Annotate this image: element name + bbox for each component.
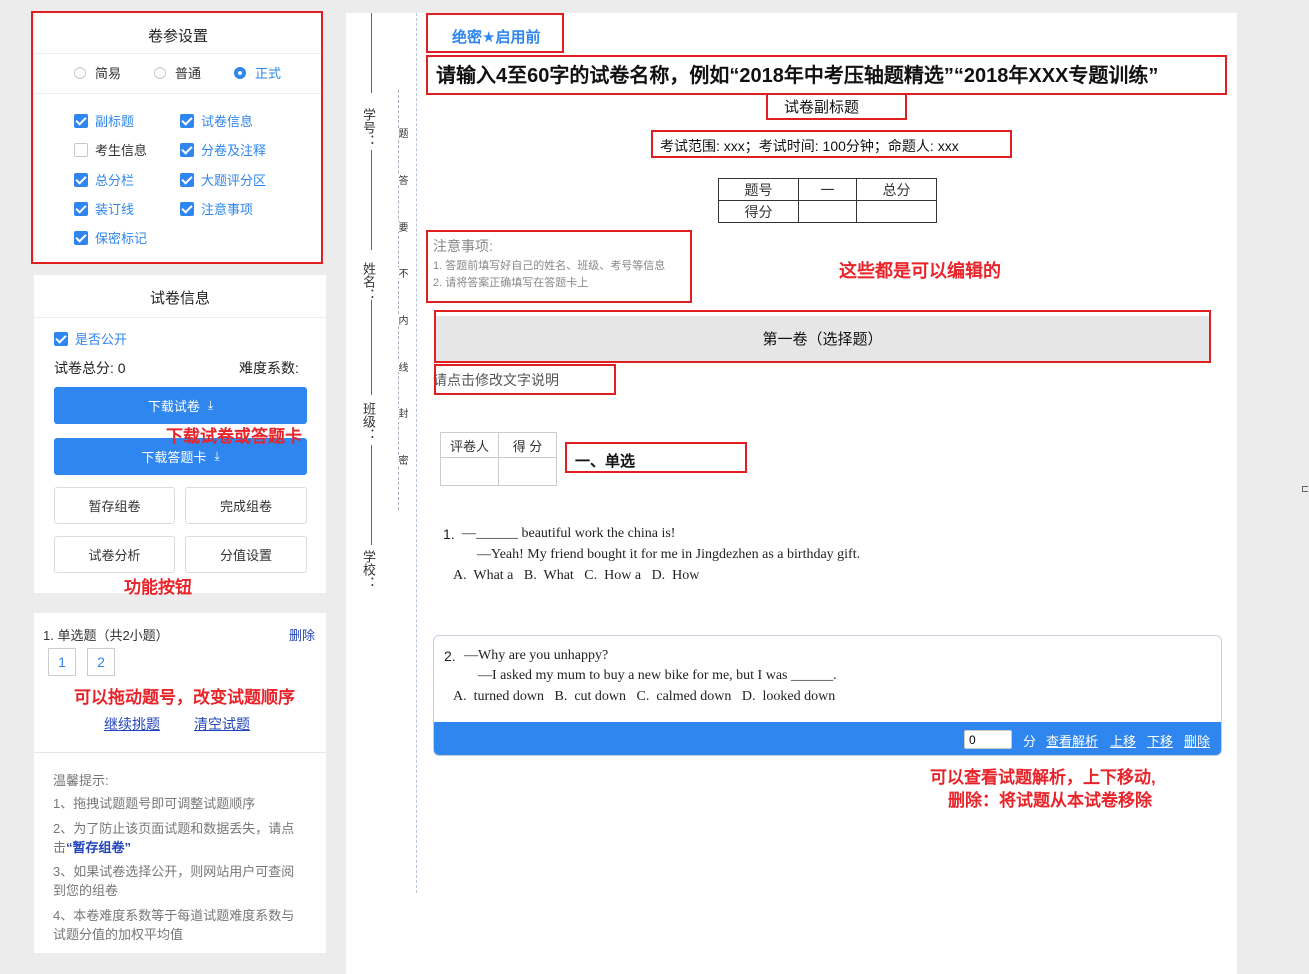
info-title: 试卷信息 — [149, 290, 210, 307]
analysis-button[interactable]: 试卷分析 — [54, 536, 175, 573]
question-number-2[interactable]: 2 — [87, 648, 115, 676]
section-delete-link[interactable]: 删除 — [289, 625, 315, 644]
grader-table: 评卷人 得 分 — [440, 432, 557, 486]
tip-4: 4、本卷难度系数等于每道试题难度系数与试题分值的加权平均值 — [53, 908, 295, 942]
binding-line — [371, 445, 372, 545]
save-draft-button[interactable]: 暂存组卷 — [54, 487, 175, 524]
move-up-link[interactable]: 上移 — [1110, 731, 1136, 750]
section-label: 1. 单选题（共2小题） — [43, 628, 169, 643]
question-2-number: 2. — [444, 648, 456, 664]
total-score: 试卷总分: 0 — [54, 360, 126, 376]
seal-char: 题 — [394, 128, 409, 138]
grader-label: 评卷人 — [440, 432, 499, 458]
annotation-box — [434, 310, 1211, 363]
score-table-header: 一 — [798, 178, 857, 201]
question-toolbar: 分 查看解析 上移 下移 删除 — [434, 722, 1221, 755]
questions-panel: 1. 单选题（共2小题） 删除 1 2 可以拖动题号，改变试题顺序 继续挑题 清… — [34, 613, 326, 953]
score-table-header: 总分 — [856, 178, 937, 201]
annotation-functions: 功能按钮 — [124, 578, 192, 597]
annotation-box — [426, 13, 564, 53]
score-table-cell — [798, 200, 857, 223]
score-label: 得 分 — [498, 432, 557, 458]
seal-dotted-line — [398, 90, 399, 510]
tips-title: 温馨提示: — [53, 773, 109, 788]
clear-questions-link[interactable]: 清空试题 — [194, 714, 250, 734]
tip-3: 3、如果试卷选择公开，则网站用户可查阅到您的组卷 — [53, 864, 295, 898]
seal-char: 线 — [394, 362, 409, 372]
checkbox-icon — [54, 331, 68, 346]
annotation-download: 下载试卷或答题卡 — [166, 427, 302, 446]
annotation-actions-1: 可以查看试题解析，上下移动, — [930, 768, 1156, 787]
question-2-line1: —Why are you unhappy? — [464, 648, 609, 663]
seal-char: 内 — [394, 315, 409, 325]
binding-label-school: 学校： — [361, 550, 376, 589]
tip-1: 1、拖拽试题题号即可调整试题顺序 — [53, 796, 256, 811]
score-input[interactable] — [964, 730, 1012, 749]
view-analysis-link[interactable]: 查看解析 — [1046, 731, 1098, 750]
download-icon: ⤓ — [214, 449, 220, 463]
annotation-editable: 这些都是可以编辑的 — [839, 261, 1001, 281]
score-unit: 分 — [1023, 734, 1037, 749]
annotation-box — [434, 364, 616, 395]
score-setting-button[interactable]: 分值设置 — [185, 536, 307, 573]
binding-label-class: 班级： — [361, 402, 376, 441]
question-1-line2: —Yeah! My friend bought it for me in Jin… — [477, 547, 861, 562]
score-table-cell — [856, 200, 937, 223]
question-1-options: A. What a B. What C. How a D. How — [453, 568, 700, 583]
seal-char: 要 — [394, 222, 409, 232]
public-checkbox[interactable]: 是否公开 — [54, 329, 127, 348]
seal-char: 答 — [394, 175, 409, 185]
finish-button[interactable]: 完成组卷 — [185, 487, 307, 524]
annotation-box — [426, 55, 1227, 95]
binding-label-name: 姓名： — [361, 262, 376, 301]
seal-char: 封 — [394, 408, 409, 418]
question-1-number: 1. — [443, 526, 455, 542]
page-margin-line — [416, 13, 417, 893]
question-number-1[interactable]: 1 — [48, 648, 76, 676]
edge-marker — [1302, 486, 1308, 492]
binding-label-student-no: 学号： — [361, 108, 376, 147]
annotation-box — [31, 11, 323, 264]
score-table-label: 得分 — [718, 200, 799, 223]
download-paper-button[interactable]: 下载试卷 ⤓ — [54, 387, 307, 424]
annotation-drag: 可以拖动题号，改变试题顺序 — [74, 688, 295, 707]
annotation-actions-2: 删除：将试题从本试卷移除 — [948, 791, 1152, 810]
question-1-line1: —______ beautiful work the china is! — [462, 526, 676, 541]
annotation-box — [426, 230, 692, 303]
question-2-card[interactable]: 2. —Why are you unhappy? —I asked my mum… — [433, 635, 1222, 756]
binding-line — [371, 13, 372, 93]
move-down-link[interactable]: 下移 — [1147, 731, 1173, 750]
delete-question-link[interactable]: 删除 — [1184, 731, 1210, 750]
annotation-box — [766, 93, 907, 120]
seal-char: 密 — [394, 455, 409, 465]
difficulty: 难度系数: — [239, 360, 299, 376]
continue-pick-link[interactable]: 继续挑题 — [104, 714, 160, 734]
question-2-line2: —I asked my mum to buy a new bike for me… — [478, 668, 837, 683]
score-table-header: 题号 — [718, 178, 799, 201]
binding-line — [371, 300, 372, 395]
download-icon: ⤓ — [207, 398, 214, 412]
question-2-options: A. turned down B. cut down C. calmed dow… — [453, 689, 836, 704]
annotation-box — [651, 130, 1012, 158]
tip-2: 2、为了防止该页面试题和数据丢失，请点击“暂存组卷” — [53, 821, 295, 855]
seal-char: 不 — [394, 268, 409, 278]
total-score-table: 题号 一 总分 得分 — [718, 178, 937, 223]
binding-line — [371, 150, 372, 250]
annotation-box — [565, 442, 747, 473]
